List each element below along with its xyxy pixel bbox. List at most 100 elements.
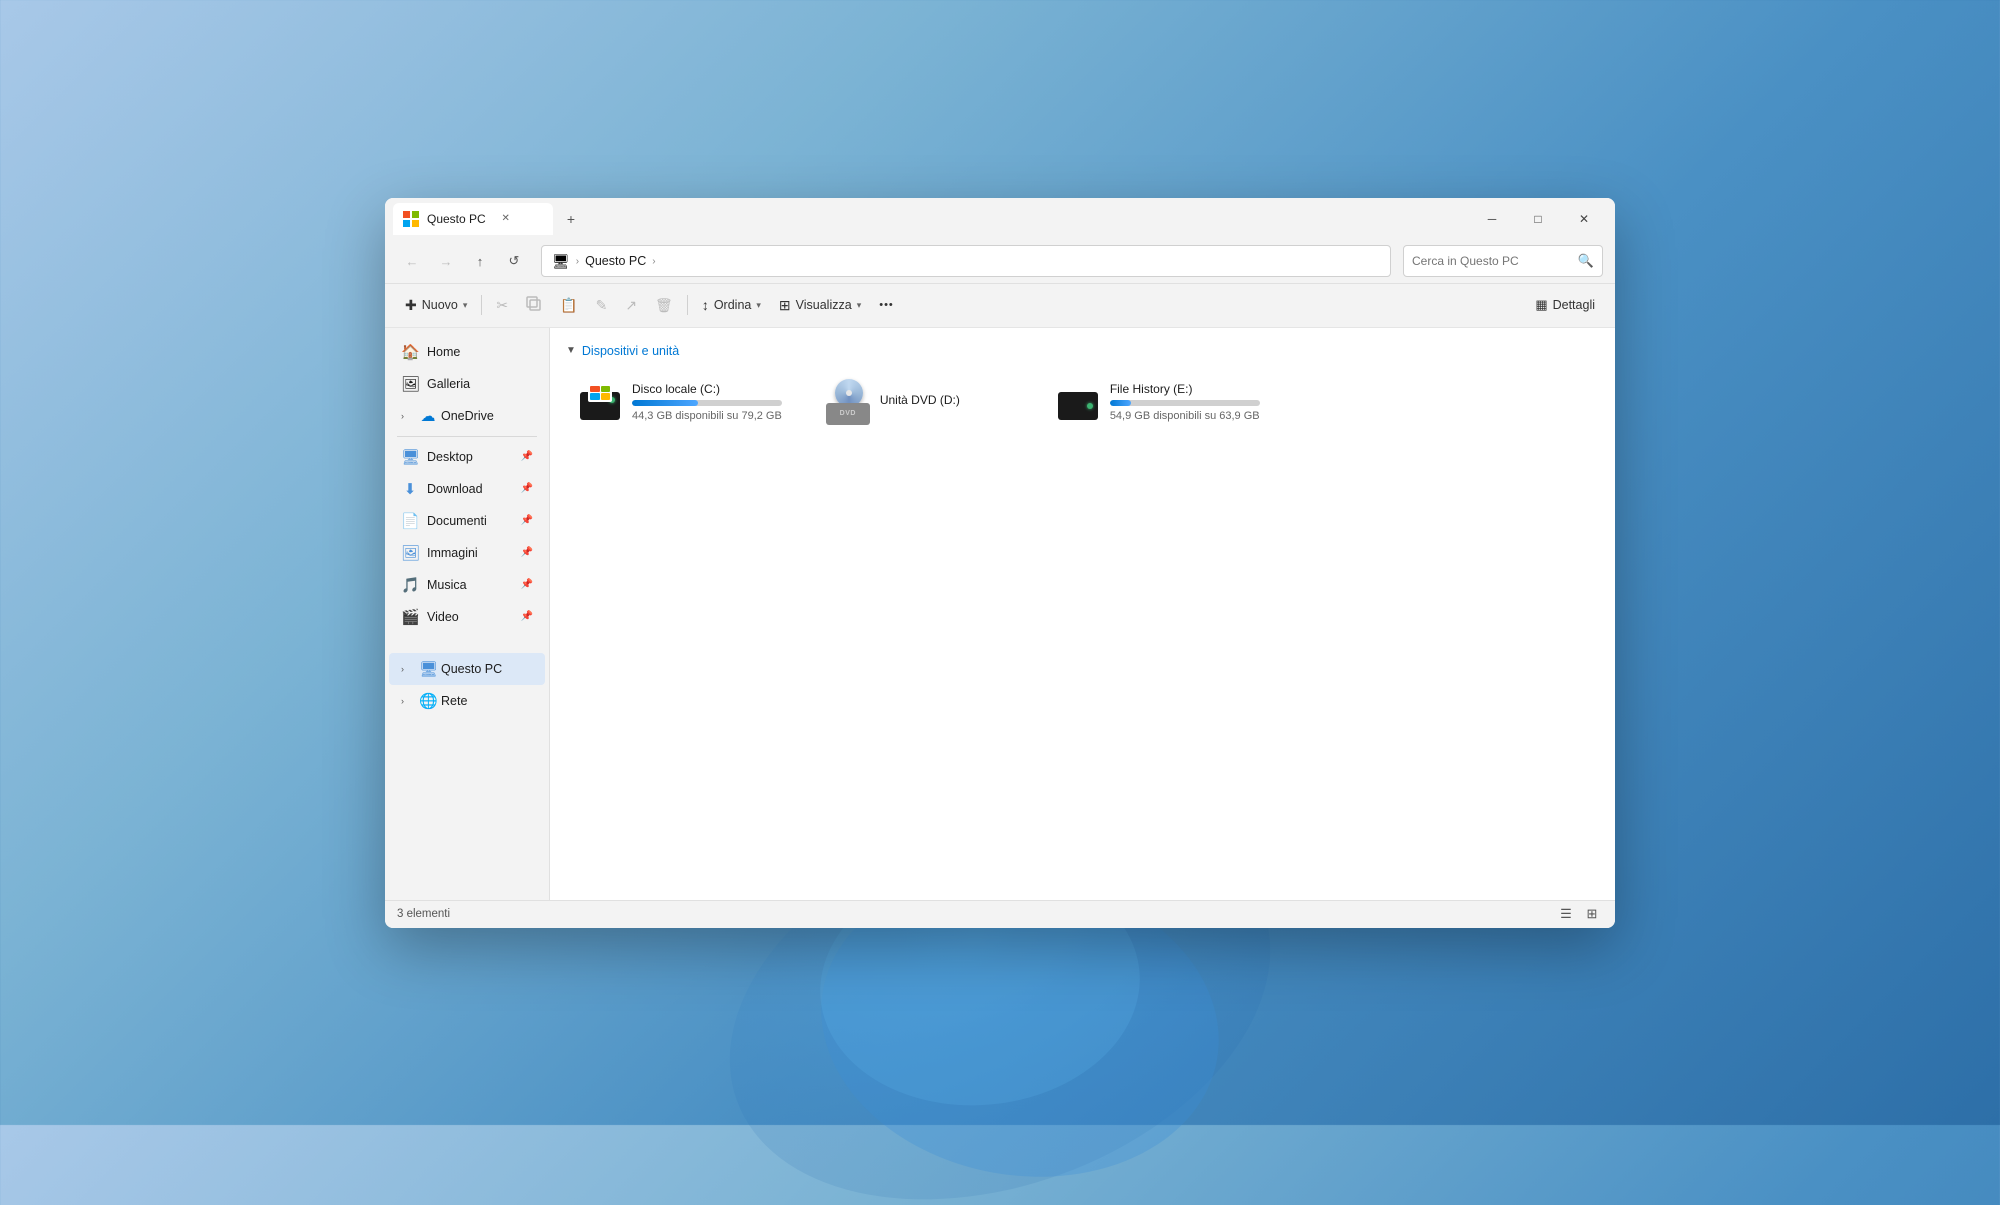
drive-e-icon-wrapper <box>1056 380 1100 424</box>
dettagli-button[interactable]: ▦ Dettagli <box>1527 289 1603 321</box>
drive-c-icon-wrapper <box>578 380 622 424</box>
status-bar: 3 elementi ☰ ⊞ <box>385 900 1615 928</box>
condividi-icon: ↗ <box>625 297 637 314</box>
onedrive-icon: ☁ <box>419 407 437 425</box>
ordina-button[interactable]: ↕ Ordina ▾ <box>694 289 769 321</box>
file-explorer-window: Questo PC ✕ + ─ □ ✕ ← → ↑ ↺ 🖥 › Questo P… <box>385 198 1615 928</box>
documenti-icon: 📄 <box>401 512 419 530</box>
grid-view-button[interactable]: ⊞ <box>1581 903 1603 925</box>
onedrive-chevron: › <box>401 411 415 421</box>
toolbar: ✚ Nuovo ▾ ✂ 📋 ✎ ↗ 🗑 ↕ Ordina ▾ <box>385 284 1615 328</box>
desktop-icon: 🖥 <box>401 448 419 466</box>
drive-e[interactable]: File History (E:) 54,9 GB disponibili su… <box>1044 370 1272 434</box>
nuovo-button[interactable]: ✚ Nuovo ▾ <box>397 289 475 321</box>
more-button[interactable]: ••• <box>871 289 902 321</box>
sidebar-label-onedrive: OneDrive <box>441 409 494 423</box>
visualizza-chevron: ▾ <box>857 300 862 311</box>
sidebar-label-download: Download <box>427 482 483 496</box>
download-pin: 📌 <box>521 483 533 494</box>
drive-c-name: Disco locale (C:) <box>632 382 782 396</box>
sidebar-item-video[interactable]: 🎬 Video 📌 <box>389 601 545 633</box>
close-button[interactable]: ✕ <box>1561 198 1607 240</box>
sidebar-item-questo-pc[interactable]: › 🖥 Questo PC <box>389 653 545 685</box>
refresh-button[interactable]: ↺ <box>499 246 529 276</box>
sidebar: 🏠 Home 🖼 Galleria › ☁ OneDrive 🖥 Desktop… <box>385 328 550 900</box>
main-content: 🏠 Home 🖼 Galleria › ☁ OneDrive 🖥 Desktop… <box>385 328 1615 900</box>
list-view-button[interactable]: ☰ <box>1555 903 1577 925</box>
video-pin: 📌 <box>521 611 533 622</box>
ordina-icon: ↕ <box>702 297 709 313</box>
incolla-icon: 📋 <box>560 297 577 314</box>
sidebar-label-home: Home <box>427 345 460 359</box>
minimize-button[interactable]: ─ <box>1469 198 1515 240</box>
title-bar: Questo PC ✕ + ─ □ ✕ <box>385 198 1615 240</box>
up-button[interactable]: ↑ <box>465 246 495 276</box>
sidebar-item-desktop[interactable]: 🖥 Desktop 📌 <box>389 441 545 473</box>
ordina-chevron: ▾ <box>756 300 761 311</box>
status-view-controls: ☰ ⊞ <box>1555 903 1603 925</box>
section-header: ▼ Dispositivi e unità <box>566 344 1599 358</box>
rete-icon: 🌐 <box>419 692 437 710</box>
elimina-icon: 🗑 <box>655 297 673 314</box>
taglia-button[interactable]: ✂ <box>488 289 516 321</box>
sidebar-label-immagini: Immagini <box>427 546 478 560</box>
sidebar-label-video: Video <box>427 610 459 624</box>
visualizza-button[interactable]: ⊞ Visualizza ▾ <box>771 289 869 321</box>
section-title: Dispositivi e unità <box>582 344 679 358</box>
immagini-pin: 📌 <box>521 547 533 558</box>
sidebar-label-galleria: Galleria <box>427 377 470 391</box>
window-controls: ─ □ ✕ <box>1469 198 1607 240</box>
sidebar-label-documenti: Documenti <box>427 514 487 528</box>
galleria-icon: 🖼 <box>401 375 419 393</box>
drive-e-info: File History (E:) 54,9 GB disponibili su… <box>1110 382 1260 422</box>
musica-pin: 📌 <box>521 579 533 590</box>
address-bar[interactable]: 🖥 › Questo PC › <box>541 245 1391 277</box>
drive-e-name: File History (E:) <box>1110 382 1260 396</box>
maximize-button[interactable]: □ <box>1515 198 1561 240</box>
elimina-button[interactable]: 🗑 <box>647 289 681 321</box>
address-sep2: › <box>652 256 655 267</box>
forward-button[interactable]: → <box>431 246 461 276</box>
section-toggle[interactable]: ▼ <box>566 345 576 356</box>
current-tab[interactable]: Questo PC ✕ <box>393 203 553 235</box>
search-icon: 🔍 <box>1578 253 1594 269</box>
rinomina-button[interactable]: ✎ <box>588 289 616 321</box>
tab-icon <box>403 211 419 227</box>
condividi-button[interactable]: ↗ <box>617 289 645 321</box>
new-tab-button[interactable]: + <box>557 205 585 233</box>
documenti-pin: 📌 <box>521 515 533 526</box>
drive-e-bar-bg <box>1110 400 1260 406</box>
questo-pc-chevron: › <box>401 664 415 674</box>
drive-e-bar-fill <box>1110 400 1131 406</box>
nav-bar: ← → ↑ ↺ 🖥 › Questo PC › 🔍 <box>385 240 1615 284</box>
sidebar-item-home[interactable]: 🏠 Home <box>389 336 545 368</box>
sidebar-item-musica[interactable]: 🎵 Musica 📌 <box>389 569 545 601</box>
tab-close-button[interactable]: ✕ <box>498 211 514 227</box>
sidebar-item-galleria[interactable]: 🖼 Galleria <box>389 368 545 400</box>
questo-pc-icon: 🖥 <box>419 660 437 678</box>
video-icon: 🎬 <box>401 608 419 626</box>
address-sep1: › <box>576 256 579 267</box>
more-icon: ••• <box>879 299 894 311</box>
incolla-button[interactable]: 📋 <box>552 289 585 321</box>
sidebar-item-documenti[interactable]: 📄 Documenti 📌 <box>389 505 545 537</box>
drive-d[interactable]: DVD Unità DVD (D:) <box>814 370 1024 434</box>
address-computer-icon: 🖥 <box>552 253 570 270</box>
sidebar-item-onedrive[interactable]: › ☁ OneDrive <box>389 400 545 432</box>
drive-e-size: 54,9 GB disponibili su 63,9 GB <box>1110 410 1260 422</box>
search-bar[interactable]: 🔍 <box>1403 245 1603 277</box>
back-button[interactable]: ← <box>397 246 427 276</box>
dettagli-label: Dettagli <box>1553 298 1595 312</box>
drive-c[interactable]: Disco locale (C:) 44,3 GB disponibili su… <box>566 370 794 434</box>
sidebar-label-rete: Rete <box>441 694 467 708</box>
sidebar-item-download[interactable]: ⬇ Download 📌 <box>389 473 545 505</box>
visualizza-label: Visualizza <box>796 298 852 312</box>
search-input[interactable] <box>1412 254 1572 268</box>
copia-button[interactable] <box>518 289 550 321</box>
sidebar-item-immagini[interactable]: 🖼 Immagini 📌 <box>389 537 545 569</box>
toolbar-sep1 <box>481 295 482 315</box>
drive-c-info: Disco locale (C:) 44,3 GB disponibili su… <box>632 382 782 422</box>
address-breadcrumb: Questo PC <box>585 254 646 268</box>
sidebar-item-rete[interactable]: › 🌐 Rete <box>389 685 545 717</box>
rinomina-icon: ✎ <box>596 297 608 314</box>
